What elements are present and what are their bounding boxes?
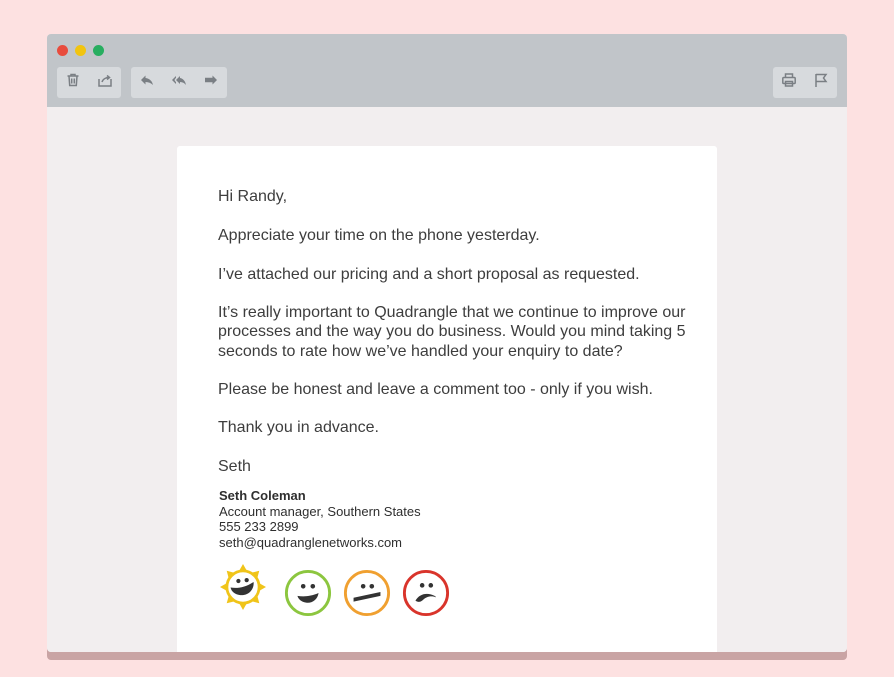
- signature-title: Account manager, Southern States: [219, 503, 421, 519]
- print-button[interactable]: [773, 67, 805, 98]
- minimize-window-button[interactable]: [75, 45, 86, 56]
- move-button[interactable]: [89, 67, 121, 98]
- message-card: Hi Randy, Appreciate your time on the ph…: [177, 146, 717, 652]
- paragraph-3-line-1: It’s really important to Quadrangle that…: [218, 304, 686, 321]
- reply-all-button[interactable]: [163, 67, 195, 98]
- rating-excellent-button[interactable]: [220, 564, 266, 610]
- reply-all-icon: [171, 72, 187, 93]
- flag-icon: [813, 72, 829, 93]
- email-window: Hi Randy, Appreciate your time on the ph…: [47, 34, 847, 652]
- signature-phone: 555 233 2899: [219, 519, 299, 534]
- toolbar-group-respond: [131, 67, 227, 98]
- greeting: Hi Randy,: [218, 188, 288, 205]
- signature-name: Seth Coleman: [219, 488, 306, 503]
- forward-button[interactable]: [195, 67, 227, 98]
- signoff: Seth: [218, 458, 251, 475]
- poor-rating-icon: [402, 569, 450, 621]
- flag-button[interactable]: [805, 67, 837, 98]
- paragraph-2: I’ve attached our pricing and a short pr…: [218, 266, 640, 283]
- excellent-rating-icon: [220, 564, 266, 614]
- reply-icon: [139, 72, 155, 93]
- delete-button[interactable]: [57, 67, 89, 98]
- close-window-button[interactable]: [57, 45, 68, 56]
- message-area: Hi Randy, Appreciate your time on the ph…: [47, 107, 847, 652]
- rating-good-button[interactable]: [284, 569, 332, 617]
- paragraph-3-line-3: seconds to rate how we’ve handled your e…: [218, 343, 623, 360]
- signature-block: Seth Coleman Account manager, Southern S…: [219, 488, 421, 550]
- paragraph-4: Please be honest and leave a comment too…: [218, 381, 653, 398]
- rating-neutral-button[interactable]: [343, 569, 391, 617]
- maximize-window-button[interactable]: [93, 45, 104, 56]
- paragraph-5: Thank you in advance.: [218, 419, 379, 436]
- good-rating-icon: [284, 569, 332, 621]
- reply-button[interactable]: [131, 67, 163, 98]
- signature-email[interactable]: seth@quadranglenetworks.com: [219, 535, 421, 551]
- title-bar: [47, 34, 847, 107]
- toolbar-group-manage: [57, 67, 121, 98]
- toolbar-group-utility: [773, 67, 837, 98]
- paragraph-3-line-2: processes and the way you do business. W…: [218, 323, 686, 340]
- move-to-icon: [97, 72, 113, 93]
- rating-poor-button[interactable]: [402, 569, 450, 617]
- print-icon: [781, 72, 797, 93]
- neutral-rating-icon: [343, 569, 391, 621]
- trash-icon: [65, 72, 81, 93]
- paragraph-1: Appreciate your time on the phone yester…: [218, 227, 540, 244]
- forward-icon: [203, 72, 219, 93]
